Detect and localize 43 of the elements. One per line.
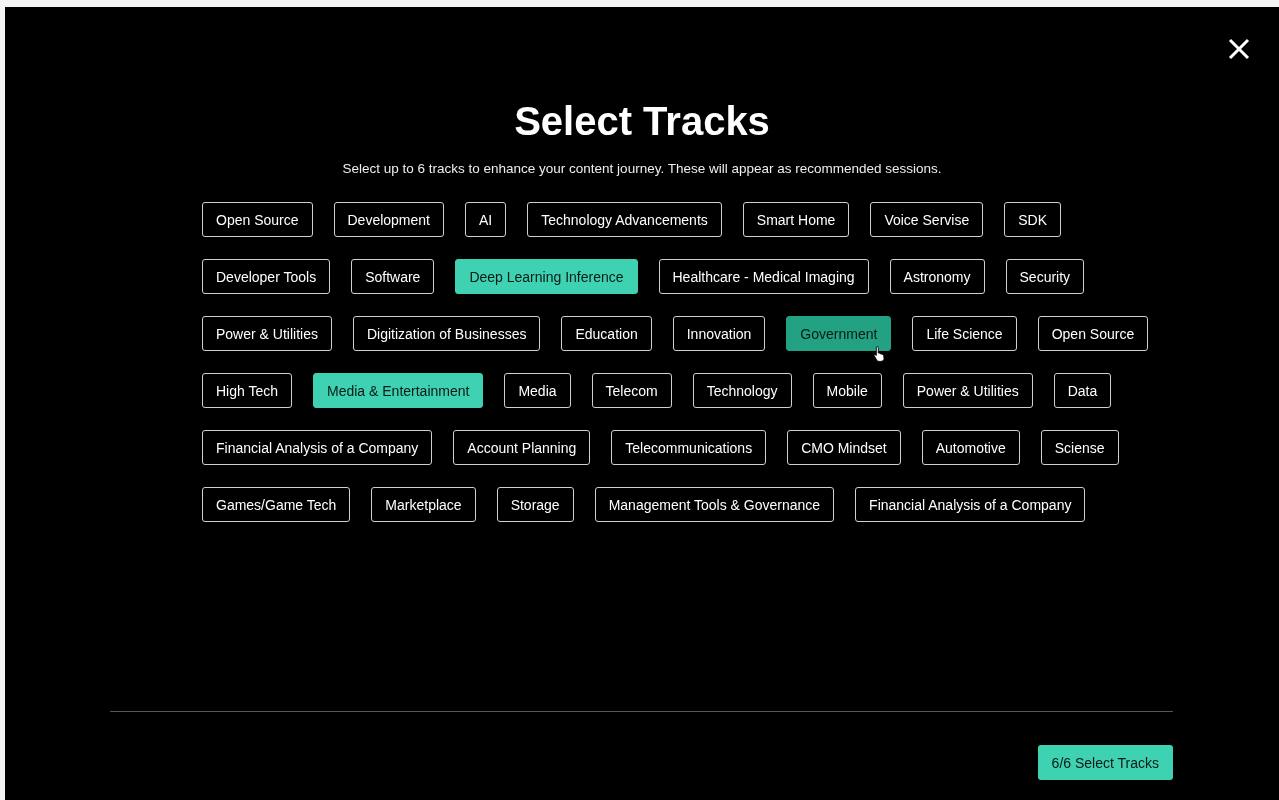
track-chip[interactable]: Financial Analysis of a Company	[855, 487, 1086, 522]
track-chip[interactable]: Software	[351, 259, 435, 294]
track-chip[interactable]: Deep Learning Inference	[455, 259, 638, 294]
modal-subtitle: Select up to 6 tracks to enhance your content journey. These will appear as recommended sessions.	[342, 161, 942, 176]
track-chip[interactable]: Open Source	[202, 202, 313, 237]
track-chip[interactable]: Automotive	[921, 430, 1020, 465]
track-chip[interactable]: Smart Home	[742, 202, 850, 237]
track-chip[interactable]: Developer Tools	[202, 259, 331, 294]
track-chip[interactable]: Open Source	[1037, 316, 1149, 351]
track-chip[interactable]: High Tech	[202, 373, 292, 408]
track-chip[interactable]: Voice Servise	[870, 202, 984, 237]
track-chip[interactable]: Development	[333, 202, 444, 237]
track-chip[interactable]: Healthcare - Medical Imaging	[658, 259, 869, 294]
close-button[interactable]	[1227, 37, 1251, 61]
track-chip[interactable]: Digitization of Businesses	[352, 316, 541, 351]
track-chip[interactable]: Life Science	[912, 316, 1017, 351]
track-chip[interactable]: Telecom	[591, 373, 672, 408]
track-chip[interactable]: CMO Mindset	[787, 430, 901, 465]
track-chip[interactable]: Financial Analysis of a Company	[202, 430, 433, 465]
track-chip[interactable]: Games/Game Tech	[202, 487, 351, 522]
modal-title: Select Tracks	[514, 99, 770, 143]
track-chip[interactable]: Astronomy	[889, 259, 985, 294]
track-chip[interactable]: Media & Entertainment	[313, 373, 484, 408]
track-chip[interactable]: Security	[1005, 259, 1085, 294]
track-chip[interactable]: Marketplace	[371, 487, 476, 522]
track-chip[interactable]: Sciense	[1040, 430, 1119, 465]
track-chip[interactable]: Mobile	[812, 373, 882, 408]
track-chip[interactable]: Innovation	[672, 316, 766, 351]
track-chip[interactable]: Storage	[496, 487, 574, 522]
track-chip[interactable]: Data	[1053, 373, 1112, 408]
track-chip[interactable]: Telecommunications	[611, 430, 767, 465]
track-chip[interactable]: Power & Utilities	[902, 373, 1033, 408]
pointer-cursor-icon	[873, 345, 887, 362]
track-chip[interactable]: Technology Advancements	[527, 202, 722, 237]
track-chip[interactable]: Education	[561, 316, 652, 351]
track-chip[interactable]: SDK	[1004, 202, 1061, 237]
track-chip[interactable]: Account Planning	[453, 430, 591, 465]
track-chip[interactable]: Media	[504, 373, 571, 408]
track-chip[interactable]: AI	[465, 202, 507, 237]
track-chip[interactable]: Management Tools & Governance	[594, 487, 835, 522]
track-chip[interactable]: Power & Utilities	[202, 316, 332, 351]
track-chip[interactable]: Technology	[692, 373, 792, 408]
select-tracks-button[interactable]: 6/6 Select Tracks	[1037, 745, 1173, 780]
